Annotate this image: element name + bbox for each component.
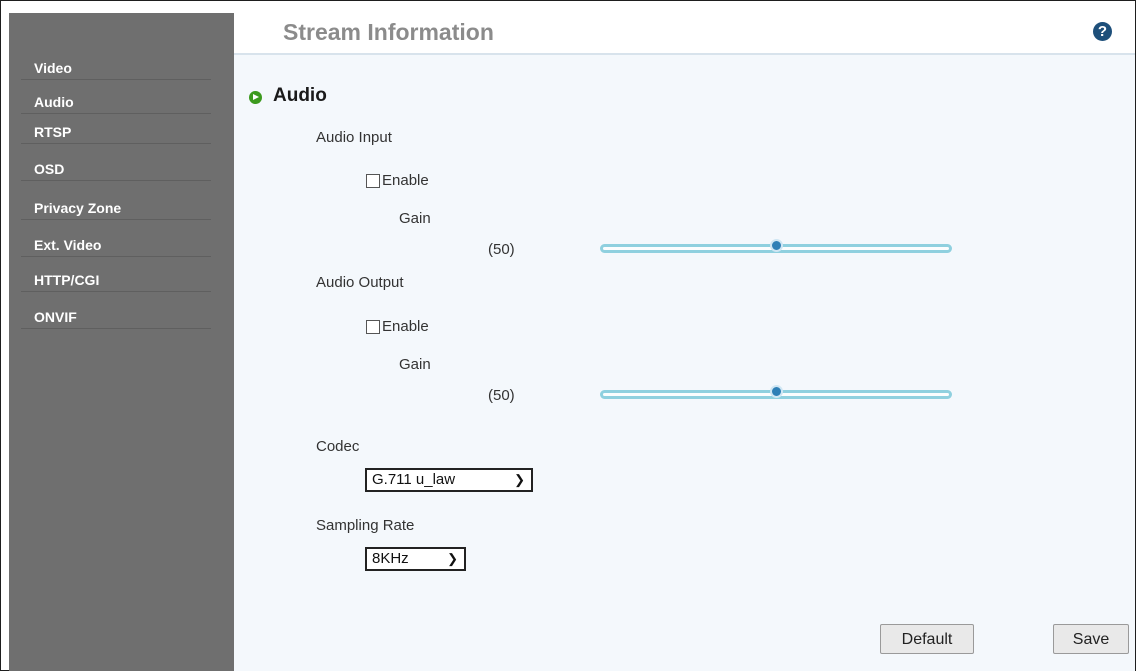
help-icon[interactable]: ? bbox=[1093, 22, 1112, 41]
chevron-down-icon: ❯ bbox=[514, 472, 525, 487]
audio-input-gain-value: (50) bbox=[488, 241, 515, 258]
codec-selected-value: G.711 u_law bbox=[372, 471, 456, 488]
section-title: Audio bbox=[273, 85, 327, 106]
page-title: Stream Information bbox=[283, 19, 494, 45]
default-button[interactable]: Default bbox=[880, 624, 974, 654]
sampling-rate-selected-value: 8KHz bbox=[372, 550, 409, 567]
sampling-rate-select[interactable]: 8KHz ❯ bbox=[365, 547, 466, 571]
sidebar-item-privacy-zone[interactable]: Privacy Zone bbox=[21, 196, 211, 220]
audio-input-gain-slider[interactable] bbox=[600, 239, 952, 255]
header-bar: Stream Information ? bbox=[234, 13, 1135, 55]
save-button[interactable]: Save bbox=[1053, 624, 1129, 654]
audio-output-gain-value: (50) bbox=[488, 387, 515, 404]
sidebar-item-ext-video[interactable]: Ext. Video bbox=[21, 233, 211, 257]
sidebar-item-http-cgi[interactable]: HTTP/CGI bbox=[21, 268, 211, 292]
sidebar-item-video[interactable]: Video bbox=[21, 56, 211, 80]
chevron-down-icon: ❯ bbox=[447, 551, 458, 566]
codec-label: Codec bbox=[316, 438, 360, 455]
audio-output-gain-label: Gain bbox=[399, 356, 431, 373]
audio-input-gain-label: Gain bbox=[399, 210, 431, 227]
audio-output-label: Audio Output bbox=[316, 274, 404, 291]
audio-input-enable-label: Enable bbox=[382, 172, 429, 189]
audio-input-enable-checkbox[interactable]: Enable bbox=[366, 172, 429, 189]
section-arrow-icon bbox=[249, 91, 262, 104]
sidebar-item-osd[interactable]: OSD bbox=[21, 157, 211, 181]
checkbox-box[interactable] bbox=[366, 319, 380, 334]
audio-output-enable-checkbox[interactable]: Enable bbox=[366, 318, 429, 335]
main-panel: Stream Information ? Audio Audio Input E… bbox=[234, 13, 1135, 671]
audio-input-label: Audio Input bbox=[316, 129, 392, 146]
sidebar-item-rtsp[interactable]: RTSP bbox=[21, 120, 211, 144]
slider-thumb[interactable] bbox=[770, 385, 783, 398]
sidebar-nav: Video Audio RTSP OSD Privacy Zone Ext. V… bbox=[9, 13, 234, 671]
audio-output-enable-label: Enable bbox=[382, 318, 429, 335]
slider-thumb[interactable] bbox=[770, 239, 783, 252]
sidebar-item-onvif[interactable]: ONVIF bbox=[21, 305, 211, 329]
audio-output-gain-slider[interactable] bbox=[600, 385, 952, 401]
codec-select[interactable]: G.711 u_law ❯ bbox=[365, 468, 533, 492]
sidebar-item-audio[interactable]: Audio bbox=[21, 90, 211, 114]
checkbox-box[interactable] bbox=[366, 173, 380, 188]
sampling-rate-label: Sampling Rate bbox=[316, 517, 415, 534]
